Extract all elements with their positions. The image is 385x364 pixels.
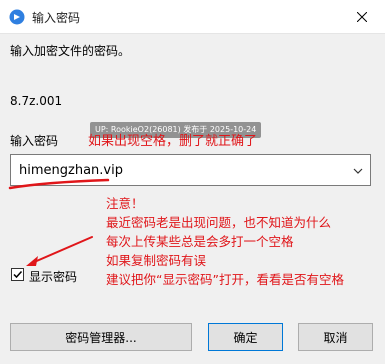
password-manager-button[interactable]: 密码管理器... bbox=[10, 323, 192, 351]
title-bar: 输入密码 bbox=[0, 0, 385, 34]
password-input[interactable]: himengzhan.vip bbox=[10, 154, 371, 186]
show-password-checkbox[interactable] bbox=[11, 268, 24, 281]
show-password-label[interactable]: 显示密码 bbox=[29, 268, 77, 285]
annotation-note-4: 如果复制密码有误 bbox=[106, 253, 207, 268]
password-value: himengzhan.vip bbox=[19, 163, 123, 178]
close-button[interactable] bbox=[339, 0, 385, 33]
tortoise-icon bbox=[9, 9, 25, 25]
ok-button[interactable]: 确定 bbox=[208, 323, 283, 351]
window-title: 输入密码 bbox=[32, 11, 81, 25]
annotation-note-2: 最近密码老是出现问题，也不知道为什么 bbox=[106, 215, 332, 230]
annotation-note-3: 每次上传某些总是会多打一个空格 bbox=[106, 234, 294, 249]
annotation-note-5: 建议把你“显示密码”打开，看看是否有空格 bbox=[106, 272, 344, 287]
arrow-to-checkbox bbox=[26, 236, 93, 266]
annotation-space-hint: 如果出现空格，删了就正确了 bbox=[88, 134, 258, 149]
close-icon bbox=[357, 11, 367, 22]
annotation-note-1: 注意！ bbox=[106, 196, 144, 211]
cancel-button[interactable]: 取消 bbox=[298, 323, 373, 351]
prompt-text: 输入加密文件的密码。 bbox=[10, 44, 131, 58]
checkmark-icon bbox=[13, 270, 23, 279]
archive-filename: 8.7z.001 bbox=[10, 94, 63, 108]
chevron-down-icon[interactable] bbox=[352, 165, 364, 177]
password-label: 输入密码 bbox=[10, 134, 59, 148]
